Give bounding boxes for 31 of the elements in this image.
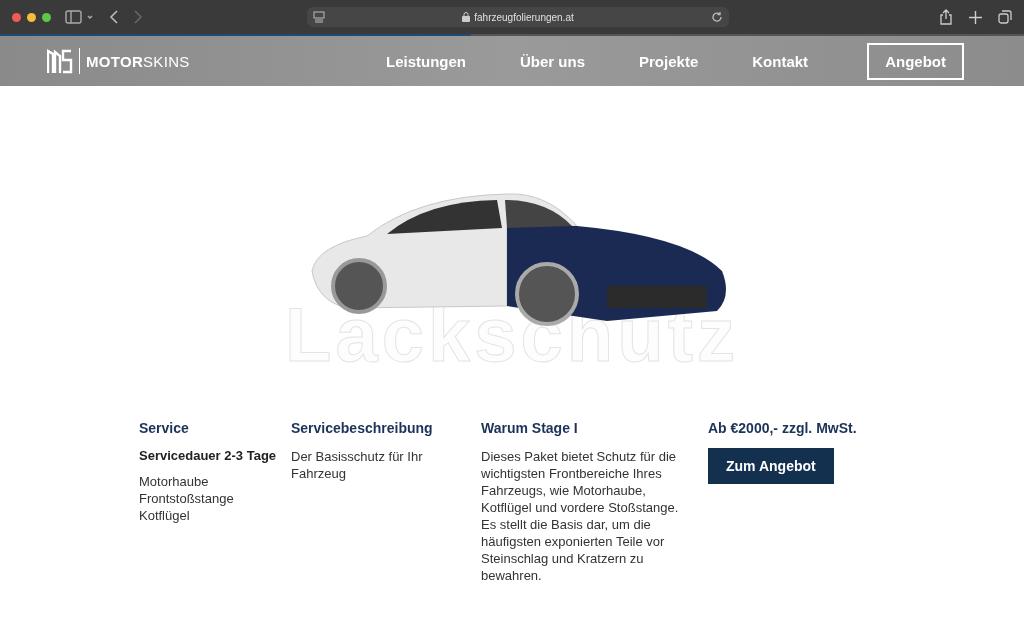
lock-icon bbox=[462, 12, 471, 22]
nav-link[interactable]: Projekte bbox=[639, 52, 699, 70]
logo-text[interactable]: MOTORSKINS bbox=[86, 52, 190, 70]
nav-link[interactable]: Leistungen bbox=[386, 52, 466, 70]
description-text: Dieses Paket bietet Schutz für die wichtigsten Frontbereiche Ihres Fahrzeugs, wie Motorhaube, Kotflügel und vordere Stoßstange. Es stellt die Basis dar, um die häufigsten exponierten Teile vor Steinschlag und Kratzern zu bewahren. bbox=[481, 448, 680, 584]
plus-icon[interactable] bbox=[969, 10, 982, 24]
back-icon[interactable] bbox=[109, 10, 119, 24]
column-heading: Servicebeschreibung bbox=[291, 420, 434, 436]
reader-icon[interactable] bbox=[313, 11, 325, 23]
column-heading: Service bbox=[139, 420, 190, 436]
sidebar-icon[interactable] bbox=[65, 10, 95, 24]
share-icon[interactable] bbox=[939, 9, 953, 25]
offer-button[interactable]: Angebot bbox=[867, 42, 964, 80]
url-text: fahrzeugfolierungen.at bbox=[474, 11, 574, 23]
address-bar[interactable]: fahrzeugfolierungen.at bbox=[307, 7, 729, 27]
part-item: Motorhaube bbox=[139, 473, 210, 490]
duration-text: Servicedauer 2-3 Tage bbox=[139, 448, 278, 463]
minimize-window-icon[interactable] bbox=[27, 12, 36, 22]
nav-link[interactable]: Kontakt bbox=[752, 52, 809, 70]
maximize-window-icon[interactable] bbox=[42, 12, 51, 22]
part-item: Kotflügel bbox=[139, 507, 191, 524]
logo-icon[interactable] bbox=[47, 47, 73, 75]
nav-link[interactable]: Über uns bbox=[520, 52, 586, 70]
part-item: Frontstoßstange bbox=[139, 490, 235, 507]
offer-button[interactable]: Zum Angebot bbox=[708, 448, 834, 484]
reload-icon[interactable] bbox=[711, 11, 723, 23]
column-heading: Warum Stage I bbox=[481, 420, 579, 436]
tabs-overview-icon[interactable] bbox=[998, 10, 1012, 24]
close-window-icon[interactable] bbox=[12, 12, 21, 22]
description-text: Der Basisschutz für Ihr Fahrzeug bbox=[291, 448, 424, 482]
price-heading: Ab €2000,- zzgl. MwSt. bbox=[708, 420, 858, 436]
